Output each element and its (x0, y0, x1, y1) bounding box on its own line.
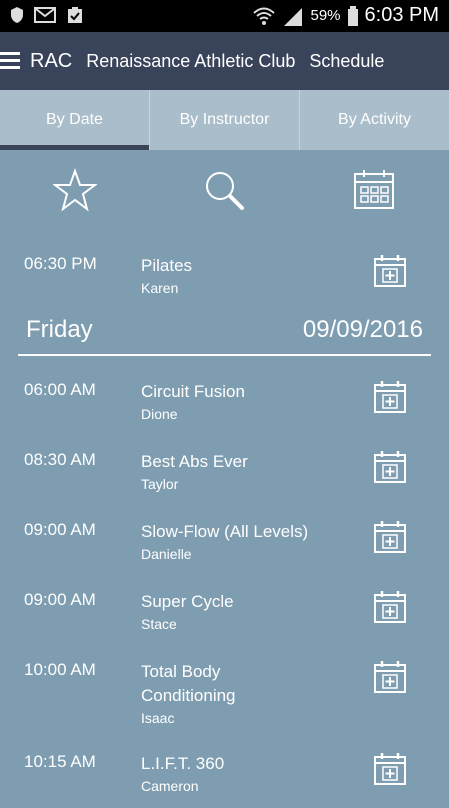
class-instructor: Taylor (141, 476, 179, 492)
add-to-calendar-icon[interactable] (373, 380, 407, 419)
filter-toolbar (0, 150, 449, 230)
class-row[interactable]: 09:00 AM Slow-Flow (All Levels) Danielle (0, 506, 449, 576)
class-time: 09:00 AM (24, 520, 96, 539)
class-row[interactable]: 10:00 AM Total Body Conditioning Isaac (0, 646, 449, 738)
clipboard-icon (68, 7, 82, 23)
app-short-name: RAC (30, 49, 73, 72)
wifi-icon (253, 7, 276, 25)
add-to-calendar-icon[interactable] (373, 660, 407, 699)
add-to-calendar-icon[interactable] (373, 752, 407, 791)
add-to-calendar-icon[interactable] (373, 450, 407, 489)
signal-icon (284, 7, 303, 26)
section-title: Schedule (309, 50, 385, 71)
class-name: L.I.F.T. 360 (141, 754, 225, 773)
class-instructor: Dione (141, 406, 178, 422)
mail-icon (34, 7, 56, 23)
class-row[interactable]: 06:30 PM Pilates Karen (0, 240, 449, 310)
class-name: Total Body Conditioning (141, 662, 236, 705)
class-row[interactable]: 06:00 AM Circuit Fusion Dione (0, 366, 449, 436)
class-time: 06:30 PM (24, 254, 97, 273)
menu-icon[interactable] (0, 52, 20, 70)
club-name: Renaissance Athletic Club (86, 50, 296, 71)
class-instructor: Danielle (141, 546, 192, 562)
calendar-icon[interactable] (352, 168, 396, 212)
schedule-list: 06:30 PM Pilates Karen Friday 09/09/2016… (0, 240, 449, 808)
app-title: RAC Renaissance Athletic Club Schedule (30, 50, 384, 73)
battery-percent: 59% (310, 7, 341, 24)
tab-by-instructor[interactable]: By Instructor (150, 90, 300, 150)
day-header: Friday 09/09/2016 (0, 310, 449, 366)
day-name: Friday (26, 316, 93, 343)
clock: 6:03 PM (364, 4, 439, 26)
app-bar: RAC Renaissance Athletic Club Schedule (0, 32, 449, 90)
status-bar: 59% 6:03 PM (0, 0, 449, 32)
shield-icon (11, 7, 23, 23)
class-time: 09:00 AM (24, 590, 96, 609)
day-date: 09/09/2016 (302, 316, 423, 343)
class-name: Slow-Flow (All Levels) (141, 522, 309, 541)
class-name: Pilates (141, 256, 193, 275)
battery-icon (347, 5, 358, 26)
add-to-calendar-icon[interactable] (373, 520, 407, 559)
class-row[interactable]: 08:30 AM Best Abs Ever Taylor (0, 436, 449, 506)
class-instructor: Stace (141, 616, 177, 632)
class-instructor: Isaac (141, 710, 175, 726)
star-icon[interactable] (52, 168, 97, 212)
class-time: 06:00 AM (24, 380, 96, 399)
class-name: Best Abs Ever (141, 452, 248, 471)
class-row[interactable]: 10:15 AM L.I.F.T. 360 Cameron (0, 738, 449, 808)
search-icon[interactable] (202, 168, 246, 212)
class-time: 10:00 AM (24, 660, 96, 679)
add-to-calendar-icon[interactable] (373, 254, 407, 293)
tab-by-date[interactable]: By Date (0, 90, 150, 150)
class-time: 10:15 AM (24, 752, 96, 771)
day-divider (18, 354, 431, 356)
tab-bar: By Date By Instructor By Activity (0, 90, 449, 150)
add-to-calendar-icon[interactable] (373, 590, 407, 629)
notification-icons (10, 6, 84, 24)
class-time: 08:30 AM (24, 450, 96, 469)
system-icons: 59% 6:03 PM (252, 4, 439, 27)
class-instructor: Cameron (141, 778, 199, 794)
class-name: Circuit Fusion (141, 382, 245, 401)
tab-by-activity[interactable]: By Activity (300, 90, 449, 150)
class-row[interactable]: 09:00 AM Super Cycle Stace (0, 576, 449, 646)
class-instructor: Karen (141, 280, 179, 296)
class-name: Super Cycle (141, 592, 234, 611)
